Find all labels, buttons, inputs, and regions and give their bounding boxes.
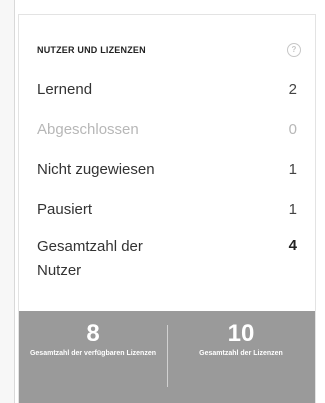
license-summary: 8 Gesamtzahl der verfügbaren Lizenzen 10… (19, 311, 315, 403)
stat-label: Pausiert (37, 201, 93, 218)
stat-row-unassigned[interactable]: Nicht zugewiesen 1 (37, 153, 297, 193)
total-licenses-value: 10 (227, 320, 255, 347)
stat-label: Gesamtzahl der Nutzer (37, 238, 143, 279)
stat-label: Nicht zugewiesen (37, 161, 155, 178)
stat-row-total-users[interactable]: Gesamtzahl der Nutzer 4 (37, 233, 297, 291)
question-circle-icon[interactable]: ? (287, 43, 301, 57)
stat-value: 1 (288, 201, 297, 218)
available-licenses-value: 8 (86, 320, 100, 347)
available-licenses-label: Gesamtzahl der verfügbaren Lizenzen (29, 350, 157, 357)
users-and-licenses-card: NUTZER UND LIZENZEN ? Lernend 2 Abgeschl… (18, 14, 316, 403)
stat-value: 0 (288, 121, 297, 138)
card-title: NUTZER UND LIZENZEN (37, 45, 146, 55)
total-licenses-label: Gesamtzahl der Lizenzen (199, 350, 283, 357)
available-licenses-summary: 8 Gesamtzahl der verfügbaren Lizenzen (19, 311, 167, 403)
stat-label: Abgeschlossen (37, 121, 139, 138)
stats-list: Lernend 2 Abgeschlossen 0 Nicht zugewies… (37, 73, 297, 291)
stat-value: 1 (288, 161, 297, 178)
stat-row-paused[interactable]: Pausiert 1 (37, 193, 297, 233)
card-header: NUTZER UND LIZENZEN ? (37, 43, 301, 61)
stat-row-completed[interactable]: Abgeschlossen 0 (37, 113, 297, 153)
stat-label: Lernend (37, 81, 93, 98)
stat-value: 2 (288, 81, 297, 98)
total-licenses-summary: 10 Gesamtzahl der Lizenzen (167, 311, 315, 403)
left-panel-edge (0, 0, 15, 403)
page: NUTZER UND LIZENZEN ? Lernend 2 Abgeschl… (0, 0, 325, 403)
stat-value: 4 (288, 237, 297, 254)
stat-row-learning[interactable]: Lernend 2 (37, 73, 297, 113)
